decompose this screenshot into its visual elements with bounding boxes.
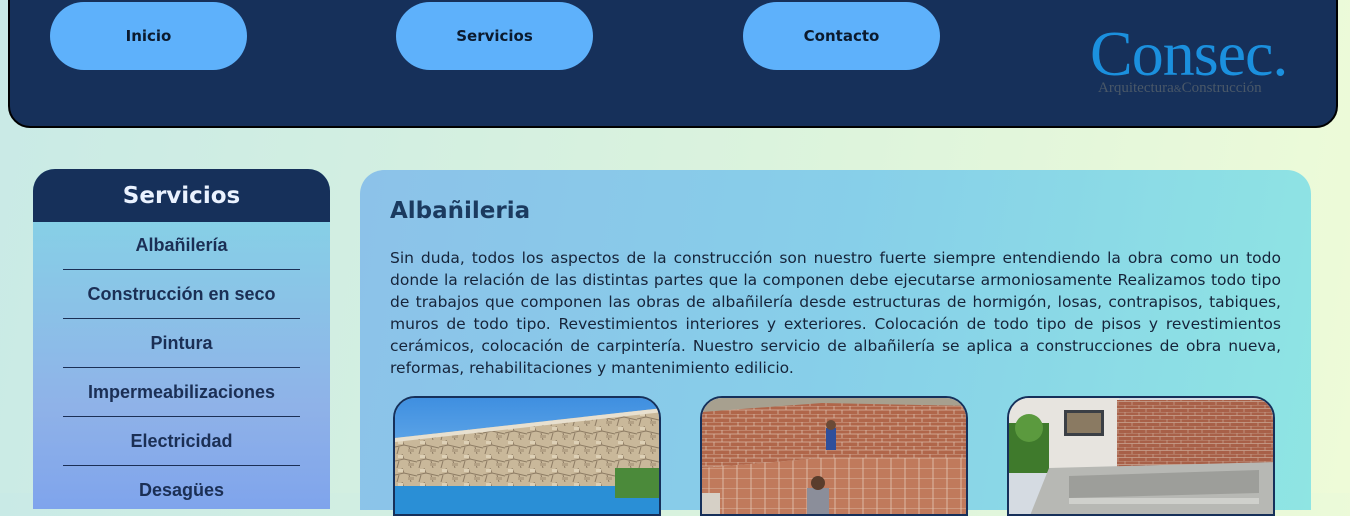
nav-contacto-button[interactable]: Contacto — [743, 2, 940, 70]
photo-brick-pool-workers — [700, 396, 968, 516]
service-title: Albañileria — [390, 198, 531, 224]
sidebar-title: Servicios — [33, 169, 330, 222]
photo-pool-construction-yard — [1007, 396, 1275, 516]
photo-stone-wall-pool-image — [395, 398, 659, 514]
service-content-panel: Albañileria Sin duda, todos los aspectos… — [360, 170, 1311, 516]
sidebar-item-electricidad[interactable]: Electricidad — [63, 417, 300, 466]
logo-tagline-left: Arquitectura — [1098, 80, 1174, 96]
service-description: Sin duda, todos los aspectos de la const… — [390, 249, 1281, 377]
photo-stone-wall-pool — [393, 396, 661, 516]
photo-pool-construction-yard-image — [1009, 398, 1273, 514]
logo-tagline-amp: & — [1173, 84, 1182, 95]
sidebar-item-impermeabilizaciones[interactable]: Impermeabilizaciones — [63, 368, 300, 417]
photo-brick-pool-workers-image — [702, 398, 966, 514]
nav-servicios-button[interactable]: Servicios — [396, 2, 593, 70]
logo-tagline-right: Construcción — [1181, 80, 1262, 96]
sidebar-item-desagues[interactable]: Desagües — [63, 466, 300, 509]
logo-tagline: Arquitectura&Construcción — [1098, 80, 1262, 97]
sidebar-item-albanileria[interactable]: Albañilería — [63, 221, 300, 270]
logo-wordmark: Consec. — [1090, 18, 1288, 89]
nav-inicio-button[interactable]: Inicio — [50, 2, 247, 70]
sidebar-item-pintura[interactable]: Pintura — [63, 319, 300, 368]
services-sidebar: Servicios Albañilería Construcción en se… — [33, 169, 330, 509]
sidebar-item-construccion-en-seco[interactable]: Construcción en seco — [63, 270, 300, 319]
logo[interactable]: Consec. Arquitectura&Construcción — [1090, 22, 1305, 100]
